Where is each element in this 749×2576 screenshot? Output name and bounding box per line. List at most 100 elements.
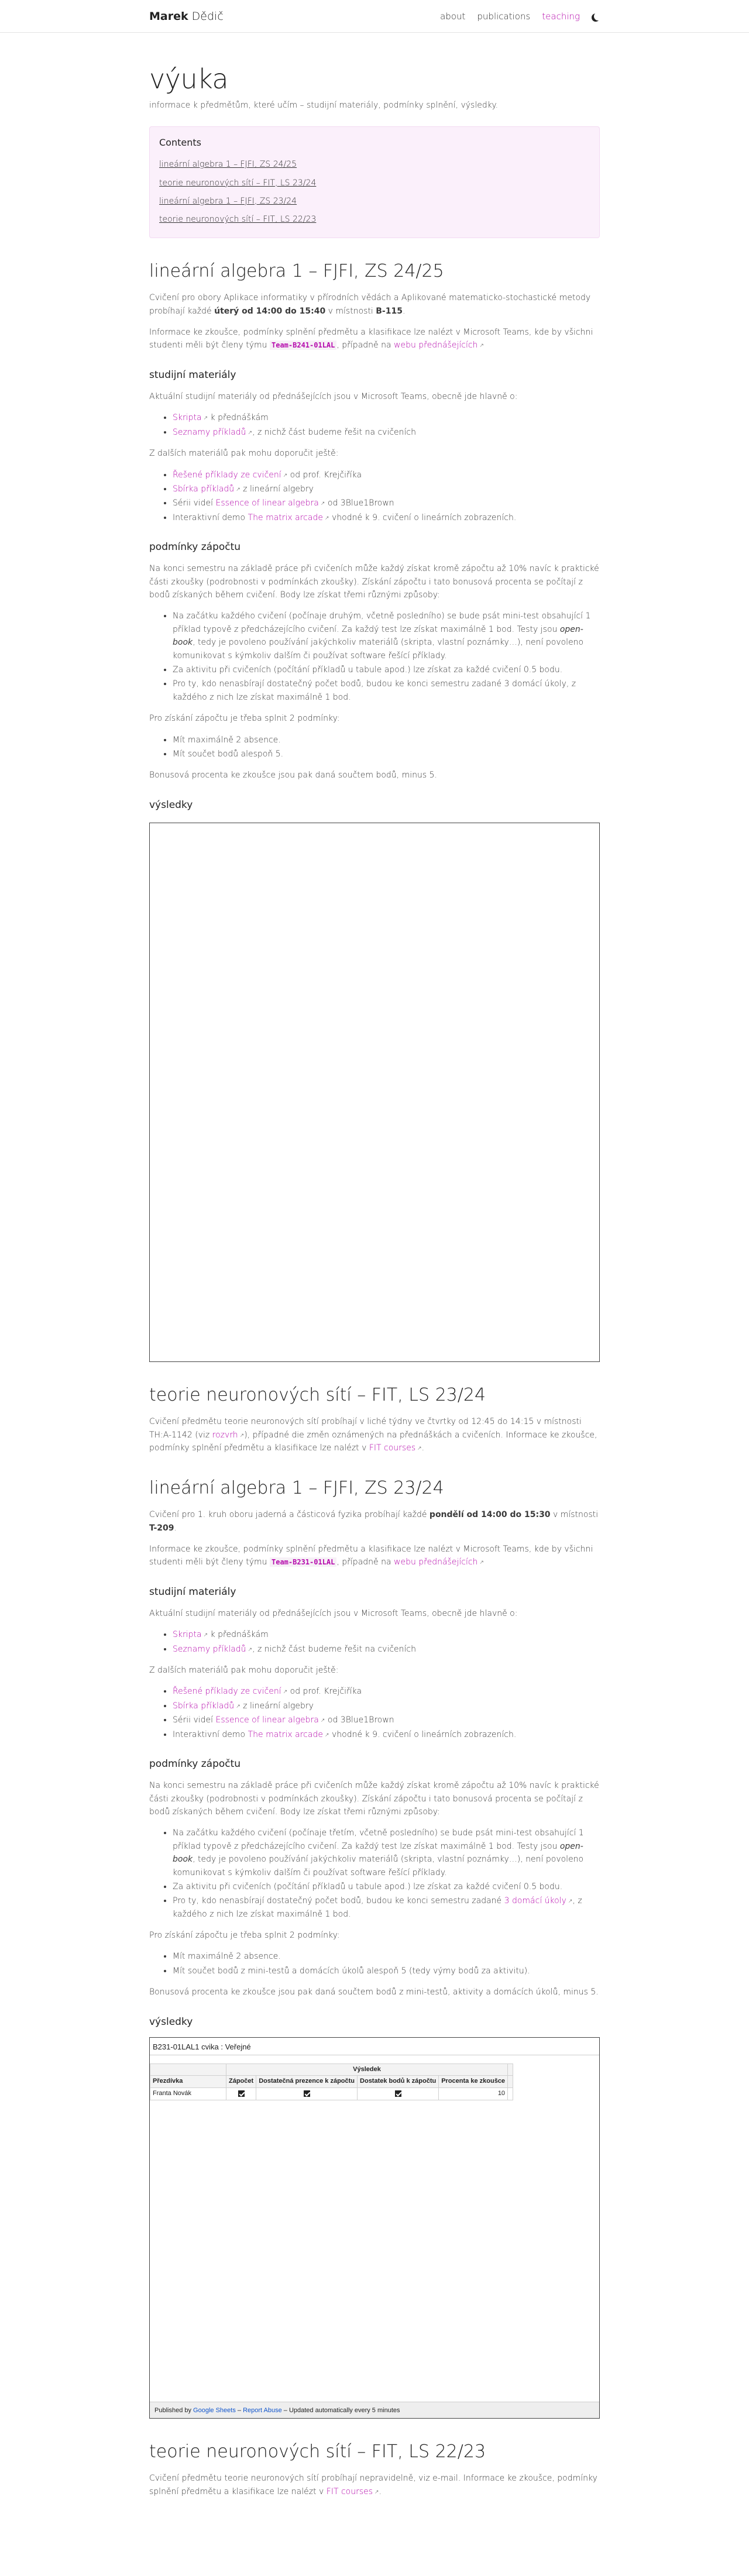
table-header-row: Přezdívka Zápočet Dostatečná prezence k … xyxy=(150,2075,514,2089)
checkbox-checked-icon xyxy=(303,2090,310,2097)
matrix-arcade-link[interactable]: The matrix arcade xyxy=(248,513,323,522)
list-item: Skripta↗ k přednáškám xyxy=(173,1628,600,1641)
col-header: Zápočet xyxy=(225,2075,257,2089)
schedule-link[interactable]: rozvrh xyxy=(212,1430,238,1440)
list-item: Sbírka příkladů↗ z lineární algebry xyxy=(173,1700,600,1712)
list-item: Interaktivní demo The matrix arcade↗ vho… xyxy=(173,1728,600,1741)
list-item: Mít součet bodů alespoň 5. xyxy=(173,748,600,761)
team-code: Team-B241-01LAL xyxy=(270,341,337,350)
checkbox-checked-icon xyxy=(394,2090,401,2097)
collection-link[interactable]: Sbírka příkladů xyxy=(173,1701,234,1711)
other-materials-intro: Z dalších materiálů pak mohu doporučit j… xyxy=(149,449,339,459)
table-header-row: Výsledek xyxy=(150,2063,514,2076)
nav-links: about publications teaching xyxy=(440,9,600,23)
navbar: Marek Dědič about publications teaching xyxy=(0,0,749,33)
teams-paragraph: Informace ke zkoušce, podmínky splnění p… xyxy=(149,328,593,350)
materials-intro: Aktuální studijní materiály od přednášej… xyxy=(149,391,518,401)
essence-link[interactable]: Essence of linear algebra xyxy=(216,1715,319,1725)
lecturers-web-link[interactable]: webu přednášejících xyxy=(394,1557,477,1567)
fit-courses-link[interactable]: FIT courses xyxy=(369,1443,415,1453)
list-item: Za aktivitu při cvičeních (počítání přík… xyxy=(173,663,600,676)
conditions-paragraph: Na konci semestru na základě práce při c… xyxy=(149,564,599,600)
nn-paragraph: Cvičení předmětu teorie neuronových sítí… xyxy=(149,2474,597,2496)
external-link-icon: ↗ xyxy=(417,1446,422,1452)
toc-link[interactable]: teorie neuronových sítí – FIT, LS 22/23 xyxy=(159,213,590,226)
col-header-name: Přezdívka xyxy=(150,2075,226,2089)
sheet-footer: Published by Google Sheets – Report Abus… xyxy=(150,2401,599,2418)
solved-examples-link[interactable]: Řešené příklady ze cvičení xyxy=(173,470,281,480)
results-embed-frame[interactable] xyxy=(149,822,600,1362)
solved-examples-link[interactable]: Řešené příklady ze cvičení xyxy=(173,1687,281,1696)
requirements-list: Mít maximálně 2 absence. Mít součet bodů… xyxy=(149,734,600,761)
skripta-link[interactable]: Skripta xyxy=(173,413,202,422)
homework-link[interactable]: 3 domácí úkoly xyxy=(504,1896,566,1906)
section-title-nn2324: teorie neuronových sítí – FIT, LS 23/24 xyxy=(149,1384,486,1405)
results-heading: výsledky xyxy=(149,2016,193,2028)
teams-paragraph: Informace ke zkoušce, podmínky splnění p… xyxy=(149,1544,593,1567)
skripta-link[interactable]: Skripta xyxy=(173,1630,202,1639)
toc-title: Contents xyxy=(159,136,201,148)
conditions-heading: podmínky zápočtu xyxy=(149,1758,241,1770)
section-title-nn2223: teorie neuronových sítí – FIT, LS 22/23 xyxy=(149,2441,486,2462)
list-item: Sérii videí Essence of linear algebra↗ o… xyxy=(173,1714,600,1726)
google-sheets-link[interactable]: Google Sheets xyxy=(193,2407,236,2414)
student-name: Franta Novák xyxy=(150,2087,226,2100)
table-row: Franta Novák 10 xyxy=(150,2087,514,2100)
list-item: Mít součet bodů z mini-testů a domácích … xyxy=(173,1965,600,1977)
matrix-arcade-link[interactable]: The matrix arcade xyxy=(248,1730,323,1739)
other-materials-intro: Z dalších materiálů pak mohu doporučit j… xyxy=(149,1666,339,1676)
results-spreadsheet-embed[interactable]: B231-01LAL1 cvika : Veřejné Výsledek Pře… xyxy=(149,2037,600,2419)
toc-link[interactable]: lineární algebra 1 – FJFI, ZS 23/24 xyxy=(159,195,590,208)
team-code: Team-B231-01LAL xyxy=(270,1557,337,1567)
exercises-link[interactable]: Seznamy příkladů xyxy=(173,1645,246,1654)
checkbox-checked-icon xyxy=(238,2090,245,2097)
report-abuse-link[interactable]: Report Abuse xyxy=(243,2407,282,2414)
conditions-heading: podmínky zápočtu xyxy=(149,541,241,553)
nav-teaching[interactable]: teaching xyxy=(542,9,580,23)
conditions-list: Na začátku každého cvičení (počínaje dru… xyxy=(149,610,600,704)
dark-mode-toggle-icon[interactable] xyxy=(594,12,602,20)
group-header: Výsledek xyxy=(225,2063,509,2076)
lecturers-web-link[interactable]: webu přednášejících xyxy=(394,341,477,350)
external-link-icon: ↗ xyxy=(236,486,240,493)
essence-link[interactable]: Essence of linear algebra xyxy=(216,498,319,508)
percent-cell: 10 xyxy=(438,2087,509,2100)
list-item: Na začátku každého cvičení (počínaje dru… xyxy=(173,610,600,662)
external-link-icon: ↗ xyxy=(248,1646,253,1653)
requirements-intro: Pro získání zápočtu je třeba splnit 2 po… xyxy=(149,1931,340,1941)
exercises-link[interactable]: Seznamy příkladů xyxy=(173,428,246,437)
col-header: Dostatečná prezence k zápočtu xyxy=(256,2075,358,2089)
list-item: Skripta↗ k přednáškám xyxy=(173,411,600,424)
external-link-icon: ↗ xyxy=(324,1732,329,1738)
external-link-icon: ↗ xyxy=(479,343,484,349)
bonus-paragraph: Bonusová procenta ke zkoušce jsou pak da… xyxy=(149,1987,599,1997)
other-materials-list: Řešené příklady ze cvičení↗ od prof. Kre… xyxy=(149,1685,600,1741)
list-item: Interaktivní demo The matrix arcade↗ vho… xyxy=(173,511,600,524)
nav-publications[interactable]: publications xyxy=(477,9,530,23)
nn-paragraph: Cvičení předmětu teorie neuronových sítí… xyxy=(149,1417,597,1453)
intro-paragraph: Cvičení pro obory Aplikace informatiky v… xyxy=(149,293,591,316)
requirements-intro: Pro získání zápočtu je třeba splnit 2 po… xyxy=(149,714,340,724)
fit-courses-link[interactable]: FIT courses xyxy=(327,2487,373,2496)
other-materials-list: Řešené příklady ze cvičení↗ od prof. Kre… xyxy=(149,469,600,525)
sheet-title: B231-01LAL1 cvika : Veřejné xyxy=(150,2038,599,2055)
list-item: Sérii videí Essence of linear algebra↗ o… xyxy=(173,497,600,510)
list-item: Pro ty, kdo nenasbírají dostatečný počet… xyxy=(173,1894,600,1921)
intro-paragraph: Cvičení pro 1. kruh oboru jaderná a část… xyxy=(149,1510,599,1533)
nav-about[interactable]: about xyxy=(440,9,465,23)
toc-link[interactable]: teorie neuronových sítí – FIT, LS 23/24 xyxy=(159,177,590,190)
conditions-paragraph: Na konci semestru na základě práce při c… xyxy=(149,1781,599,1817)
col-header: Dostatek bodů k zápočtu xyxy=(357,2075,439,2089)
list-item: Řešené příklady ze cvičení↗ od prof. Kre… xyxy=(173,1685,600,1698)
page-description: informace k předmětům, které učím – stud… xyxy=(149,101,499,111)
external-link-icon: ↗ xyxy=(324,515,329,521)
collection-link[interactable]: Sbírka příkladů xyxy=(173,484,234,494)
materials-intro: Aktuální studijní materiály od přednášej… xyxy=(149,1608,518,1618)
col-header: Procenta ke zkoušce xyxy=(438,2075,509,2089)
toc-link[interactable]: lineární algebra 1 – FJFI, ZS 24/25 xyxy=(159,158,590,171)
list-item: Pro ty, kdo nenasbírají dostatečný počet… xyxy=(173,677,600,704)
materials-heading: studijní materiály xyxy=(149,369,236,381)
materials-list: Skripta↗ k přednáškám Seznamy příkladů↗,… xyxy=(149,1628,600,1656)
site-brand[interactable]: Marek Dědič xyxy=(149,8,224,25)
list-item: Za aktivitu při cvičeních (počítání přík… xyxy=(173,1880,600,1893)
